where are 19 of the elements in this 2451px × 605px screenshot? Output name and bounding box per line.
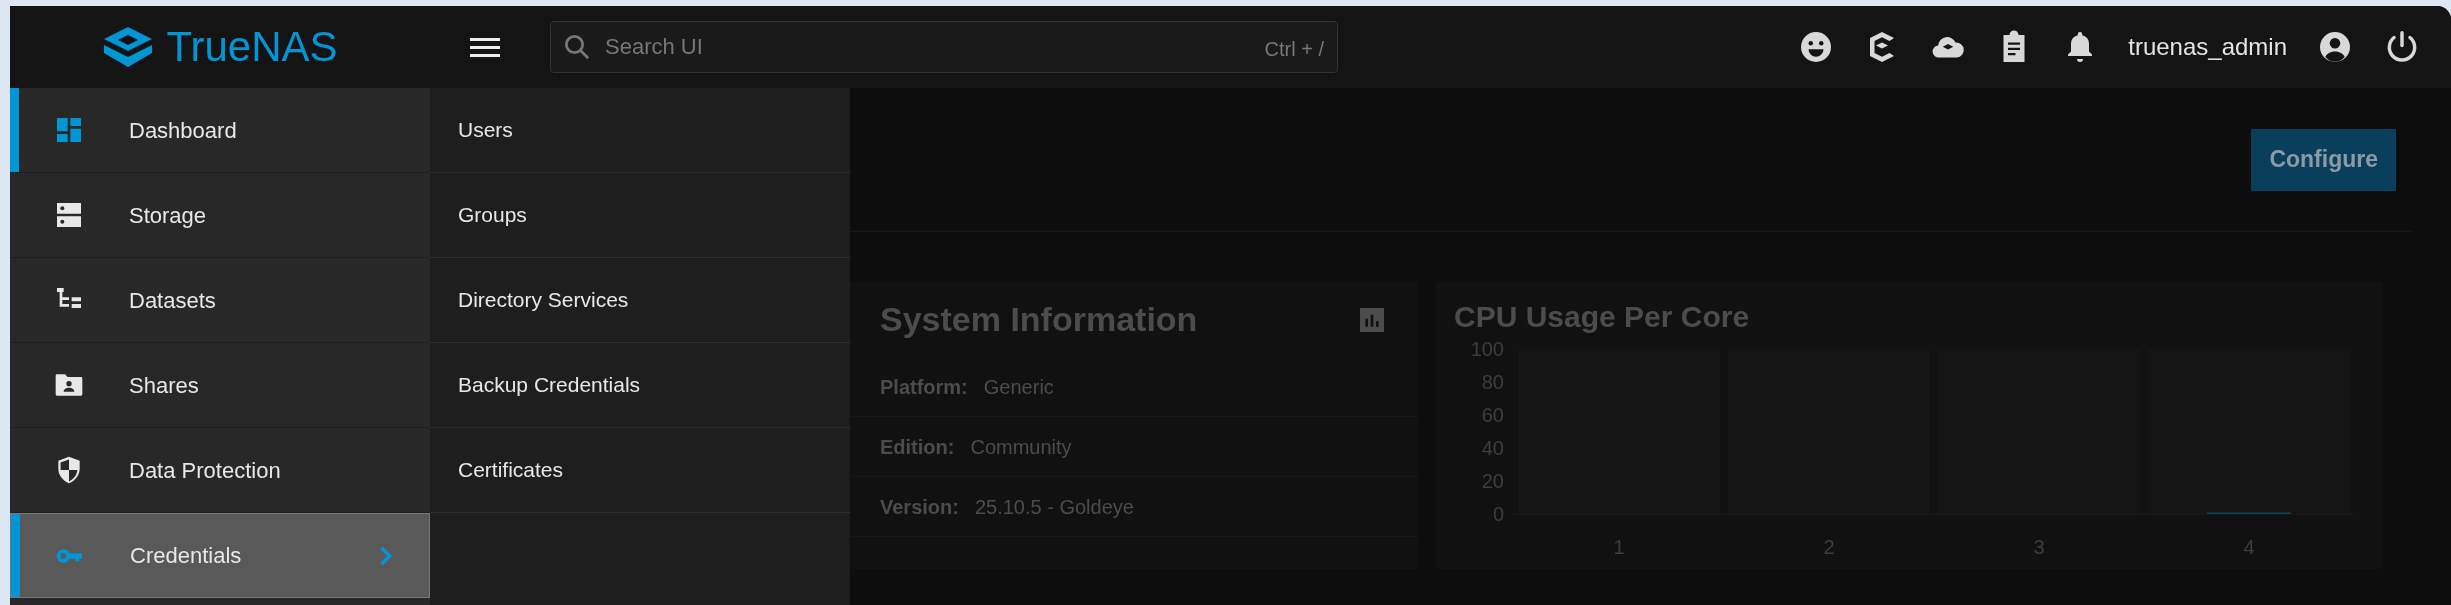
info-value: 25.10.5 - Goldeye <box>974 494 1134 520</box>
sidebar-item[interactable]: Dashboard <box>10 88 430 173</box>
sidebar-item[interactable]: Shares <box>10 343 430 428</box>
configure-button[interactable]: Configure <box>2251 128 2396 191</box>
info-label: Platform: <box>880 374 968 400</box>
sidebar-item[interactable]: Storage <box>10 173 430 258</box>
info-label: Version: <box>880 494 959 520</box>
account-icon[interactable] <box>2317 29 2353 65</box>
info-value: Community <box>970 434 1072 460</box>
logo-icon <box>102 25 155 69</box>
search-icon <box>562 32 592 62</box>
sidebar-item[interactable]: Credentials <box>10 513 430 598</box>
username[interactable]: truenas_admin <box>2128 29 2287 65</box>
brand-name: TrueNAS <box>166 26 338 68</box>
shortcut-hint: Ctrl + / <box>1264 37 1324 62</box>
info-label: Edition: <box>880 434 955 460</box>
card-title: CPU Usage Per Core <box>1454 299 1751 335</box>
card-title: System Information <box>880 299 1198 340</box>
info-value: Generic <box>983 374 1054 400</box>
